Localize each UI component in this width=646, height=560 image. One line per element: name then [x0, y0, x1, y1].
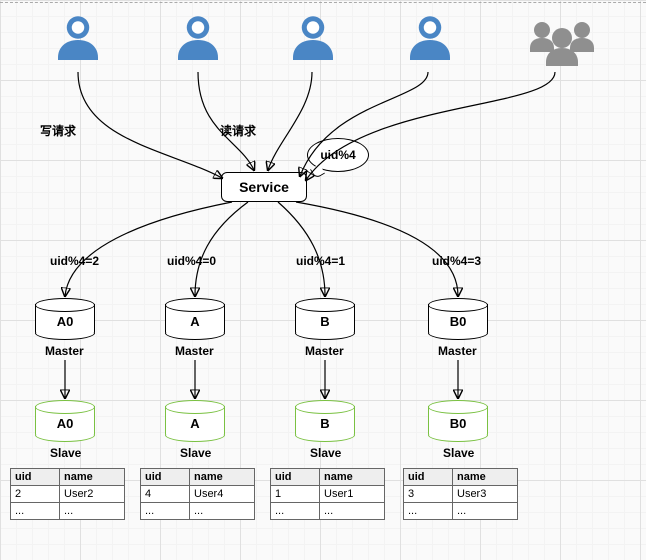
route-label: uid%4=0 [167, 254, 216, 268]
data-table: uidname 3User3 ...... [403, 468, 518, 520]
slave-label: Slave [310, 446, 341, 460]
read-request-label: 读请求 [220, 122, 256, 139]
master-label: Master [305, 344, 344, 358]
route-label: uid%4=3 [432, 254, 481, 268]
user-icon [48, 10, 108, 70]
slave-db: A0 [35, 400, 95, 440]
master-label: Master [438, 344, 477, 358]
slave-db: B [295, 400, 355, 440]
table-row: ...... [404, 503, 518, 520]
master-db: A0 [35, 298, 95, 338]
data-table: uidname 2User2 ...... [10, 468, 125, 520]
master-label: Master [175, 344, 214, 358]
table-row: ...... [141, 503, 255, 520]
write-request-label: 写请求 [40, 122, 76, 139]
user-icon [283, 10, 343, 70]
hash-bubble: uid%4 [307, 138, 369, 172]
page-divider [0, 2, 646, 3]
user-icon [168, 10, 228, 70]
route-label: uid%4=2 [50, 254, 99, 268]
table-row: 3User3 [404, 486, 518, 503]
user-icon [400, 10, 460, 70]
route-label: uid%4=1 [296, 254, 345, 268]
master-db: B0 [428, 298, 488, 338]
table-row: 1User1 [271, 486, 385, 503]
data-table: uidname 4User4 ...... [140, 468, 255, 520]
table-row: 4User4 [141, 486, 255, 503]
master-label: Master [45, 344, 84, 358]
data-table: uidname 1User1 ...... [270, 468, 385, 520]
slave-label: Slave [180, 446, 211, 460]
slave-db: A [165, 400, 225, 440]
master-db: B [295, 298, 355, 338]
slave-label: Slave [50, 446, 81, 460]
master-db: A [165, 298, 225, 338]
slave-label: Slave [443, 446, 474, 460]
table-row: ...... [11, 503, 125, 520]
service-node: Service [221, 172, 307, 202]
slave-db: B0 [428, 400, 488, 440]
table-row: ...... [271, 503, 385, 520]
group-icon [522, 14, 602, 70]
table-row: 2User2 [11, 486, 125, 503]
